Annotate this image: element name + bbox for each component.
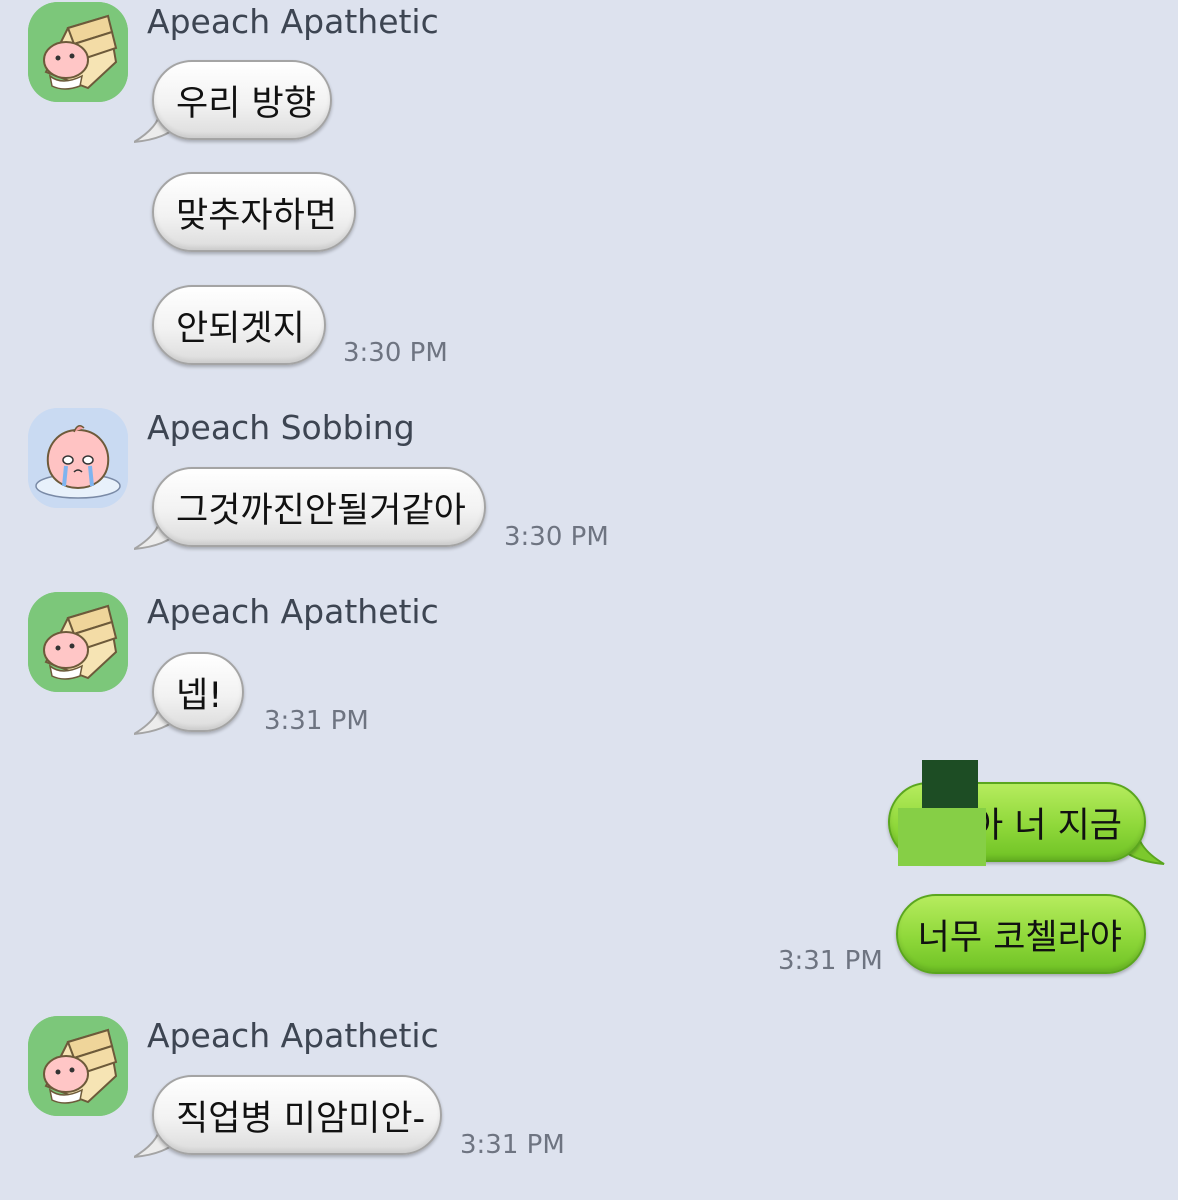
message-bubble[interactable]: 그것까진안될거같아 bbox=[152, 467, 486, 547]
message-timestamp: 3:31 PM bbox=[778, 946, 883, 976]
message-text: 너무 코첼라야 bbox=[917, 917, 1122, 958]
message-text: 그것까진안될거같아 bbox=[176, 490, 466, 531]
avatar-apeach-apathetic[interactable] bbox=[28, 2, 128, 102]
apeach-apathetic-icon bbox=[28, 592, 128, 692]
message-text: 넵! bbox=[176, 675, 223, 716]
message-timestamp: 3:30 PM bbox=[504, 522, 609, 552]
message-text: 직업병 미암미안- bbox=[176, 1098, 426, 1139]
message-text: 우리 방향 bbox=[176, 83, 316, 124]
message-bubble[interactable]: 직업병 미암미안- bbox=[152, 1075, 442, 1155]
sender-name: Apeach Apathetic bbox=[147, 592, 439, 631]
avatar-apeach-apathetic[interactable] bbox=[28, 592, 128, 692]
message-bubble[interactable]: 넵! bbox=[152, 652, 244, 732]
message-text: 안되겟지 bbox=[176, 308, 305, 349]
message-timestamp: 3:31 PM bbox=[460, 1130, 565, 1160]
redaction-mask bbox=[922, 760, 978, 808]
message-text: 맞추자하면 bbox=[176, 195, 338, 236]
apeach-apathetic-icon bbox=[28, 2, 128, 102]
message-bubble-sent[interactable]: 너무 코첼라야 bbox=[896, 894, 1146, 974]
avatar-apeach-apathetic[interactable] bbox=[28, 1016, 128, 1116]
redaction-mask bbox=[898, 808, 986, 866]
sender-name: Apeach Apathetic bbox=[147, 1016, 439, 1055]
apeach-apathetic-icon bbox=[28, 1016, 128, 1116]
sender-name: Apeach Apathetic bbox=[147, 2, 439, 41]
message-timestamp: 3:31 PM bbox=[264, 706, 369, 736]
message-bubble[interactable]: 맞추자하면 bbox=[152, 172, 356, 252]
message-bubble[interactable]: 우리 방향 bbox=[152, 60, 332, 140]
message-bubble[interactable]: 안되겟지 bbox=[152, 285, 326, 365]
apeach-sobbing-icon bbox=[28, 408, 128, 508]
sender-name: Apeach Sobbing bbox=[147, 408, 415, 447]
message-text: 아 너 지금 bbox=[970, 805, 1122, 846]
avatar-apeach-sobbing[interactable] bbox=[28, 408, 128, 508]
message-timestamp: 3:30 PM bbox=[343, 338, 448, 368]
